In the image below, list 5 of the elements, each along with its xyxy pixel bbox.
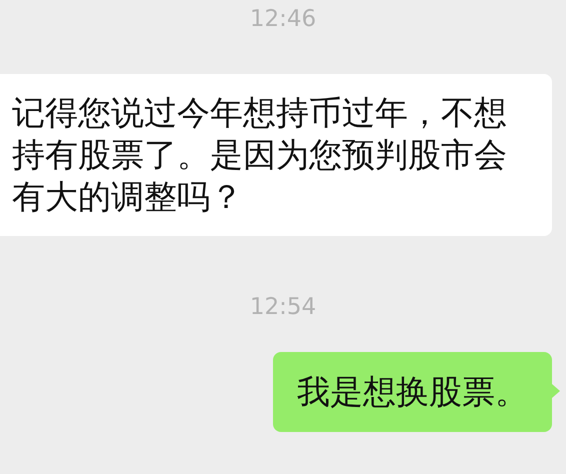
timestamp: 12:54 <box>250 293 316 322</box>
received-message-bubble: 记得您说过今年想持币过年，不想持有股票了。是因为您预判股市会有大的调整吗？ <box>0 74 552 236</box>
timestamp: 12:46 <box>250 5 316 34</box>
bubble-tail <box>552 384 560 398</box>
sent-message-bubble: 我是想换股票。 <box>273 352 552 432</box>
